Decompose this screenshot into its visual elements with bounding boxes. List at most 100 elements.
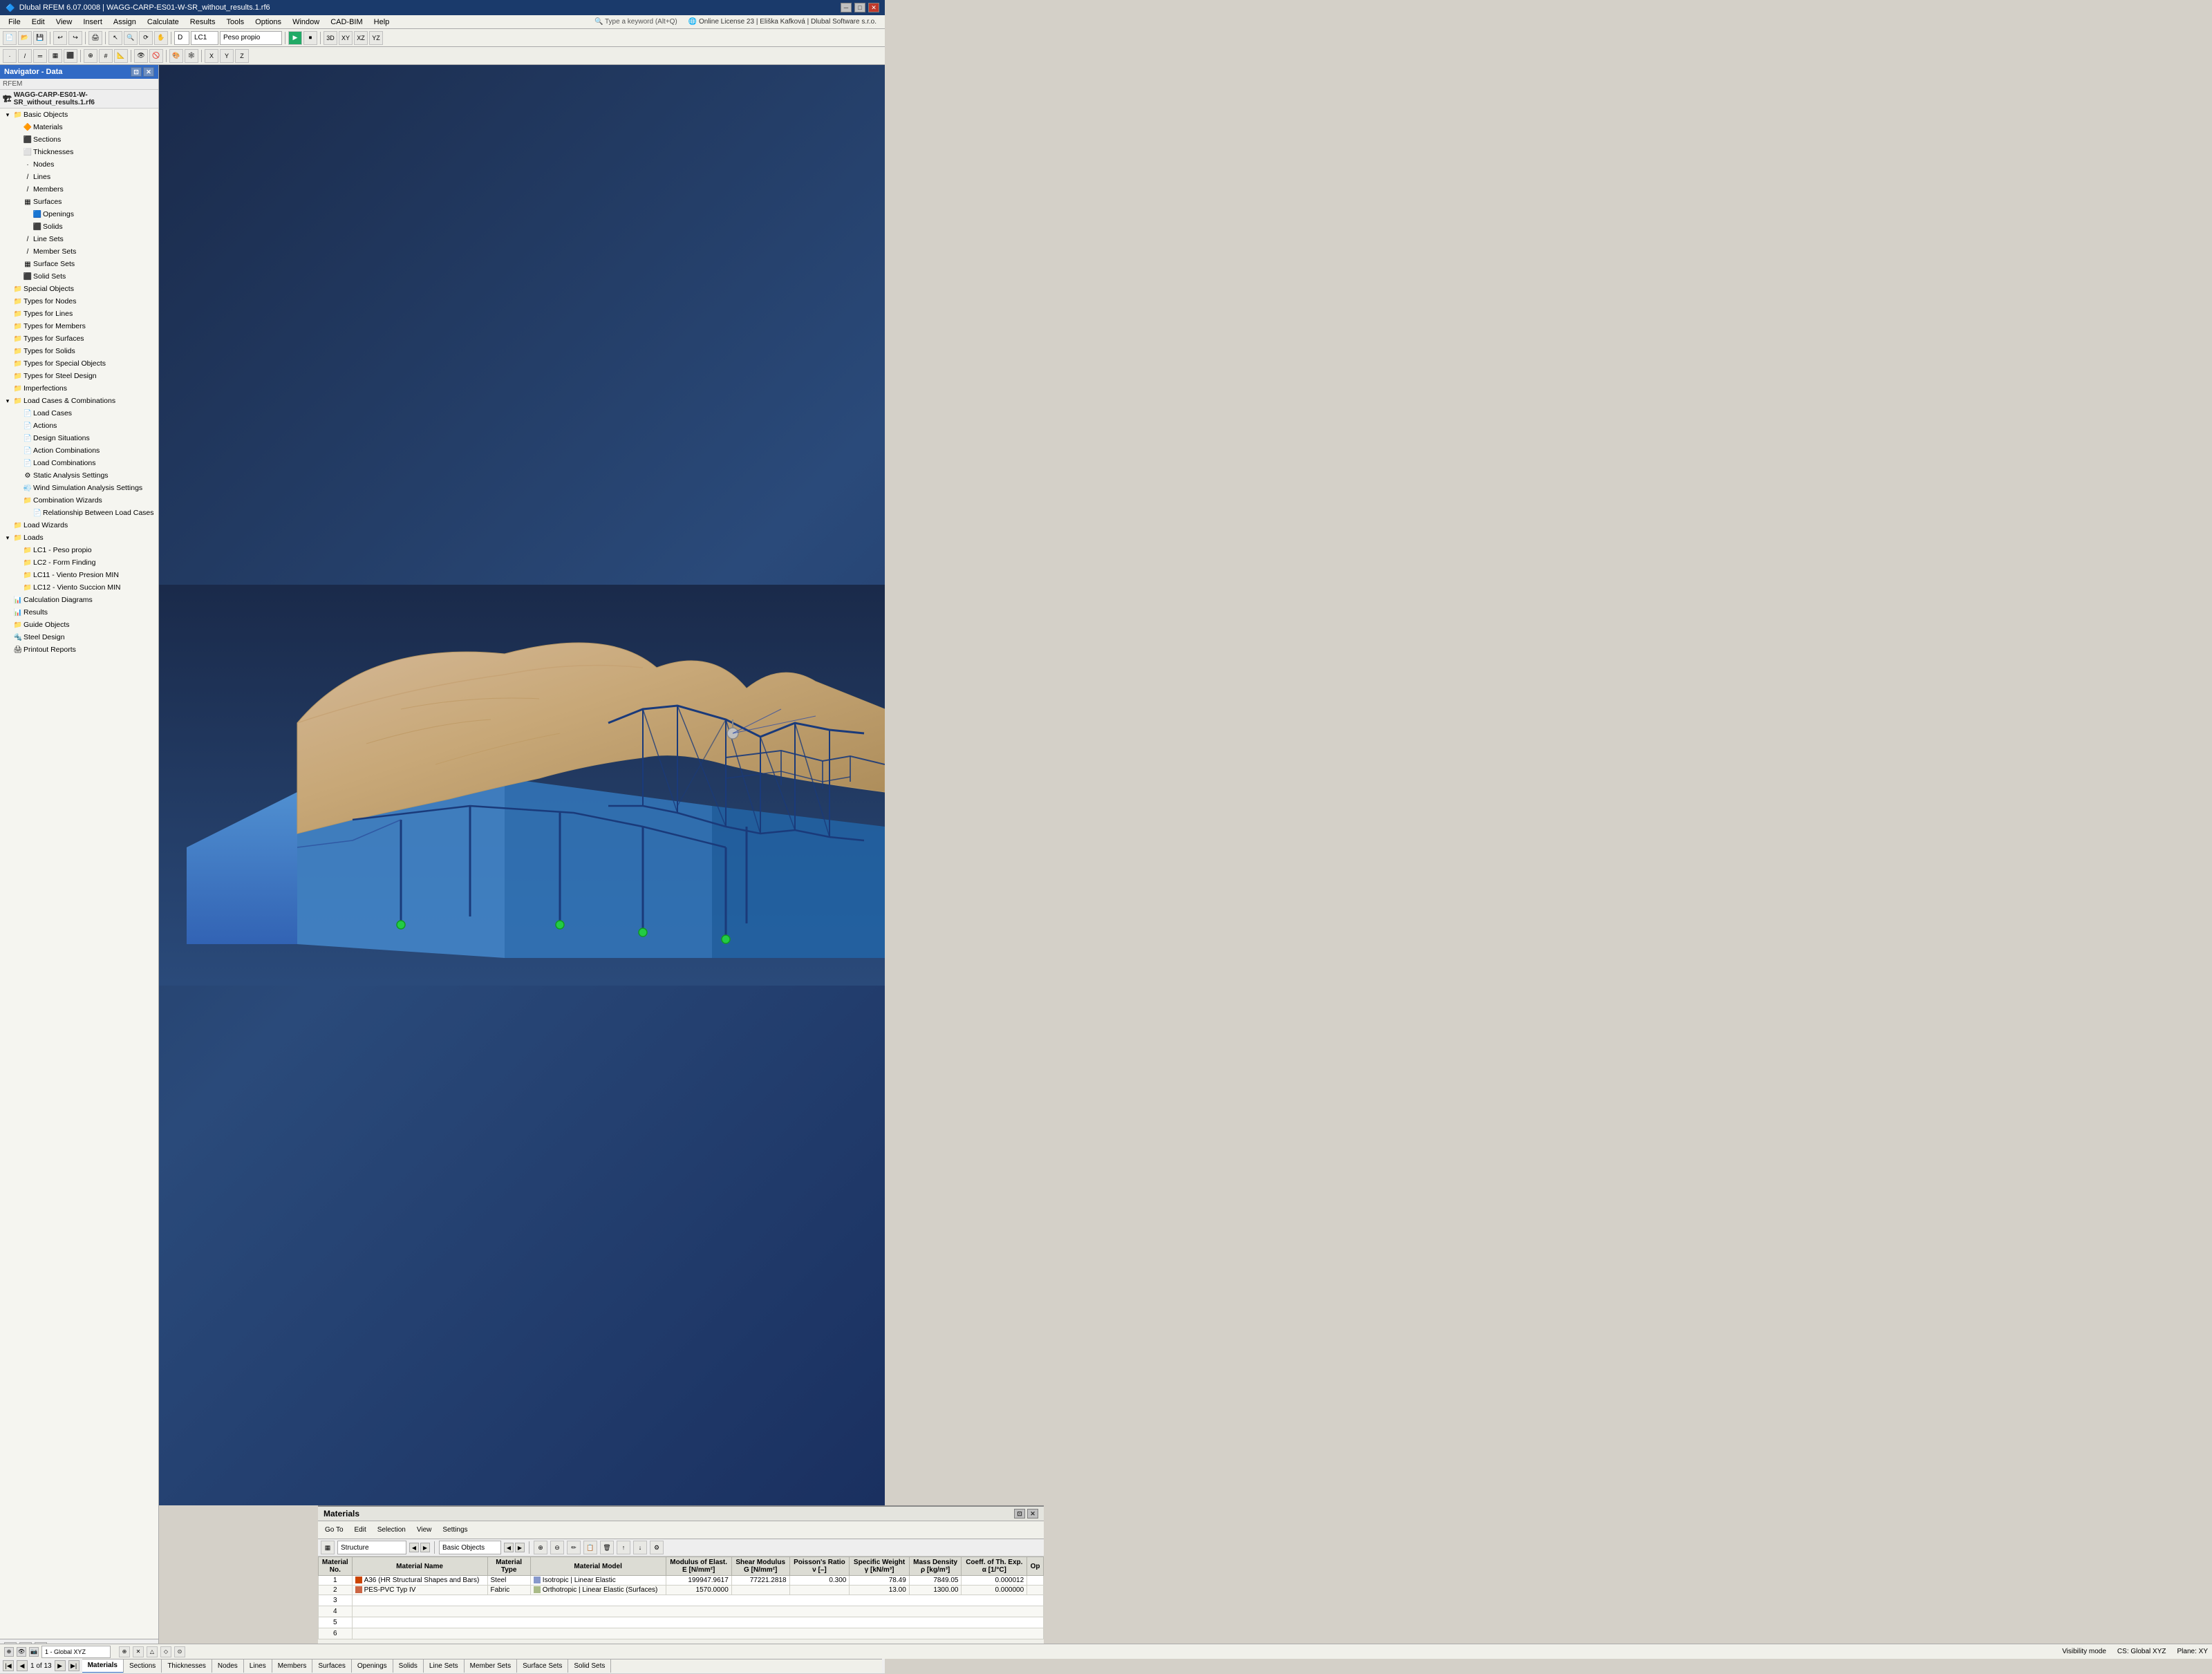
tab-line-sets[interactable]: Line Sets [424,1659,465,1673]
tree-item-surface-sets[interactable]: ▦ Surface Sets [0,258,158,270]
node-btn[interactable]: · [3,49,17,63]
tree-item-solid-sets[interactable]: ⬛ Solid Sets [0,270,158,283]
mat-tool-3[interactable]: ✏ [567,1541,581,1554]
coord-system-dropdown[interactable]: 1 - Global XYZ [41,1646,111,1658]
st-btn-4[interactable]: ◇ [160,1646,171,1657]
window-controls[interactable]: ─ □ ✕ [841,3,879,12]
open-btn[interactable]: 📂 [18,31,32,45]
tree-item-load-wizards[interactable]: 📁 Load Wizards [0,519,158,532]
tree-item-wind-simulation[interactable]: 💨 Wind Simulation Analysis Settings [0,482,158,494]
menu-cad-bim[interactable]: CAD-BIM [325,17,368,28]
search-box[interactable]: 🔍 Type a keyword (Alt+Q) [589,18,683,26]
menu-edit[interactable]: Edit [26,17,50,28]
st-btn-3[interactable]: △ [147,1646,158,1657]
mat-menu-edit[interactable]: Edit [350,1525,371,1534]
menu-options[interactable]: Options [250,17,287,28]
menu-window[interactable]: Window [287,17,325,28]
menu-insert[interactable]: Insert [77,17,108,28]
filter2-prev-btn[interactable]: ◀ [504,1543,514,1552]
tab-materials[interactable]: Materials [82,1659,124,1673]
tree-item-types-steel[interactable]: 📁 Types for Steel Design [0,370,158,382]
mat-menu-view[interactable]: View [413,1525,436,1534]
st-btn-5[interactable]: ⊙ [174,1646,185,1657]
menu-results[interactable]: Results [185,17,221,28]
3d-viewport[interactable] [159,65,885,1505]
tree-item-lc12[interactable]: 📁 LC12 - Viento Succion MIN [0,581,158,594]
view3d-btn[interactable]: 3D [324,31,337,45]
tree-item-loads[interactable]: ▾ 📁 Loads [0,532,158,544]
prev-page-btn[interactable]: ◀ [17,1660,28,1671]
minimize-button[interactable]: ─ [841,3,852,12]
table-row[interactable]: 1 A36 (HR Structural Shapes and Bars) St… [319,1576,1044,1586]
stop-btn[interactable]: ⏹ [303,31,317,45]
table-row[interactable]: 2 PES-PVC Typ IV Fabric Orthotropic | Li… [319,1586,1044,1595]
tree-item-imperfections[interactable]: 📁 Imperfections [0,382,158,395]
filter-prev-btn[interactable]: ◀ [409,1543,419,1552]
undo-btn[interactable]: ↩ [53,31,67,45]
tree-item-types-special[interactable]: 📁 Types for Special Objects [0,357,158,370]
structure-filter[interactable]: Structure [337,1541,406,1554]
zoom-btn[interactable]: 🔍 [124,31,138,45]
mat-tool-8[interactable]: ⚙ [650,1541,664,1554]
tab-solid-sets[interactable]: Solid Sets [568,1659,611,1673]
status-icon-1[interactable]: ⊕ [4,1647,14,1657]
tree-item-types-lines[interactable]: 📁 Types for Lines [0,308,158,320]
panel-undock-btn[interactable]: ⊡ [1014,1509,1025,1518]
st-btn-2[interactable]: ✕ [133,1646,144,1657]
grid-btn[interactable]: # [99,49,113,63]
nav-close-btn[interactable]: ✕ [143,67,154,77]
tree-item-lines[interactable]: / Lines [0,171,158,183]
surface-btn[interactable]: ▦ [48,49,62,63]
close-button[interactable]: ✕ [868,3,879,12]
tree-item-action-combinations[interactable]: 📄 Action Combinations [0,444,158,457]
tab-sections[interactable]: Sections [124,1659,162,1673]
panel-close-btn[interactable]: ✕ [1027,1509,1038,1518]
tree-item-design-situations[interactable]: 📄 Design Situations [0,432,158,444]
line-btn[interactable]: / [18,49,32,63]
mat-menu-settings[interactable]: Settings [438,1525,471,1534]
first-page-btn[interactable]: |◀ [3,1660,14,1671]
wire-btn[interactable]: 🕸 [185,49,198,63]
filter-icon-btn[interactable]: ▦ [321,1541,335,1554]
show-all-btn[interactable]: 👁 [134,49,148,63]
tab-surfaces[interactable]: Surfaces [312,1659,351,1673]
tree-item-types-nodes[interactable]: 📁 Types for Nodes [0,295,158,308]
tree-item-members[interactable]: / Members [0,183,158,196]
new-btn[interactable]: 📄 [3,31,17,45]
tab-openings[interactable]: Openings [352,1659,393,1673]
select-btn[interactable]: ↖ [109,31,122,45]
lc-name-dropdown[interactable]: Peso propio [220,31,282,45]
tree-item-member-sets[interactable]: / Member Sets [0,245,158,258]
tree-item-calculation-diagrams[interactable]: 📊 Calculation Diagrams [0,594,158,606]
member-btn[interactable]: ═ [33,49,47,63]
tree-item-openings[interactable]: 🟦 Openings [0,208,158,220]
menu-assign[interactable]: Assign [108,17,142,28]
hide-btn[interactable]: 🚫 [149,49,163,63]
status-icon-3[interactable]: 📷 [29,1647,39,1657]
tree-item-combination-wizards[interactable]: 📁 Combination Wizards [0,494,158,507]
tree-item-basic-objects[interactable]: ▾ 📁 Basic Objects [0,109,158,121]
tab-surface-sets[interactable]: Surface Sets [517,1659,568,1673]
print-btn[interactable]: 🖨 [88,31,102,45]
view-xz-btn[interactable]: XZ [354,31,368,45]
tree-item-relationship-load-cases[interactable]: 📄 Relationship Between Load Cases [0,507,158,519]
tab-members[interactable]: Members [272,1659,313,1673]
tree-item-types-solids[interactable]: 📁 Types for Solids [0,345,158,357]
rotate-btn[interactable]: ⟳ [139,31,153,45]
tree-item-results[interactable]: 📊 Results [0,606,158,619]
tree-item-line-sets[interactable]: / Line Sets [0,233,158,245]
tree-item-static-analysis[interactable]: ⚙ Static Analysis Settings [0,469,158,482]
mat-menu-goto[interactable]: Go To [321,1525,348,1534]
tree-item-sections[interactable]: ⬛ Sections [0,133,158,146]
pan-btn[interactable]: ✋ [154,31,168,45]
status-icon-2[interactable]: 👁 [17,1647,26,1657]
basic-objects-filter[interactable]: Basic Objects [439,1541,501,1554]
tree-item-load-cases-combinations[interactable]: ▾ 📁 Load Cases & Combinations [0,395,158,407]
mat-tool-5[interactable]: 🗑 [600,1541,614,1554]
tree-item-lc1[interactable]: 📁 LC1 - Peso propio [0,544,158,556]
mat-tool-4[interactable]: 📋 [583,1541,597,1554]
tree-item-surfaces[interactable]: ▦ Surfaces [0,196,158,208]
lc-type-dropdown[interactable]: D [174,31,189,45]
tree-item-types-surfaces[interactable]: 📁 Types for Surfaces [0,332,158,345]
view-xy-btn[interactable]: XY [339,31,353,45]
